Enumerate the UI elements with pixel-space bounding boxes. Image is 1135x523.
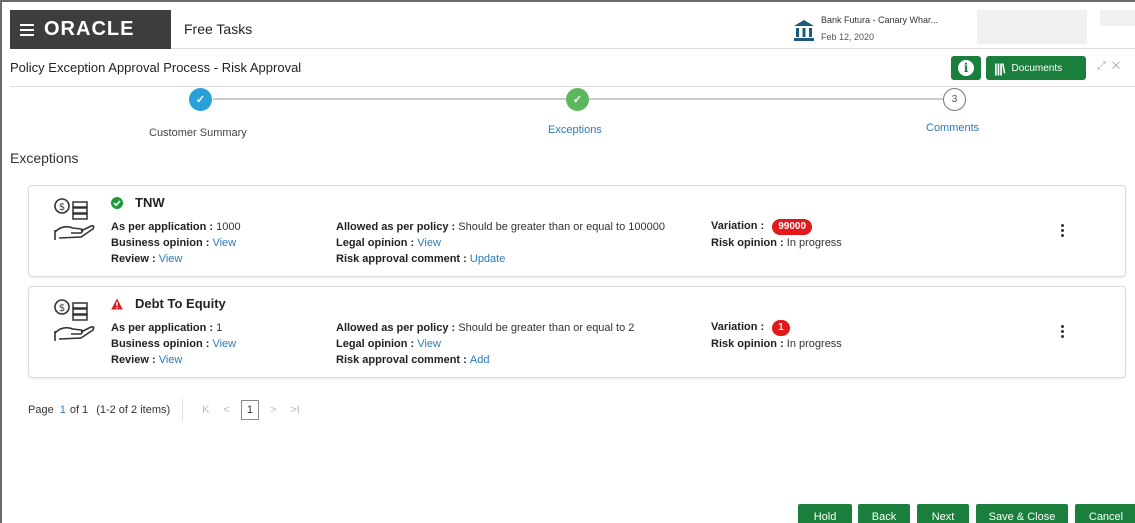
as-per-application: As per application : 1 (111, 322, 223, 334)
allowed-per-policy: Allowed as per policy : Should be greate… (336, 322, 635, 334)
top-bar: ORACLE Free Tasks Bank Futura - Canary W… (10, 10, 1135, 49)
variation-badge: 1 (772, 320, 790, 336)
variation: Variation : 1 (711, 320, 790, 336)
business-opinion: Business opinion : View (111, 237, 237, 249)
bank-icon (794, 20, 814, 41)
exception-title: TNW (135, 195, 165, 210)
step-connector (213, 98, 566, 100)
next-button[interactable]: Next (917, 504, 969, 523)
documents-icon: |||\ (994, 60, 1005, 76)
documents-label: Documents (1011, 62, 1063, 74)
expand-icon[interactable]: ⤢ (1097, 60, 1112, 72)
bank-name: Bank Futura - Canary Whar... (821, 15, 939, 25)
more-options-icon[interactable] (1061, 323, 1065, 340)
pagination: Page 1 of 1 (1-2 of 2 items) K < 1 > >I (28, 399, 307, 421)
step-label-exceptions[interactable]: Exceptions (548, 124, 602, 136)
allowed-per-policy: Allowed as per policy : Should be greate… (336, 221, 665, 233)
pager-divider (182, 399, 184, 421)
documents-button[interactable]: |||\ Documents (986, 56, 1086, 80)
back-button[interactable]: Back (858, 504, 910, 523)
info-button[interactable]: i (951, 56, 981, 80)
review: Review : View (111, 253, 183, 265)
bank-date: Feb 12, 2020 (821, 32, 875, 42)
app-frame: ORACLE Free Tasks Bank Futura - Canary W… (0, 0, 1135, 523)
user-area[interactable] (977, 10, 1087, 44)
risk-comment-add-link[interactable]: Add (470, 354, 490, 366)
items-count: (1-2 of 2 items) (96, 404, 171, 416)
window-controls: ⤢✕ (1097, 60, 1126, 73)
legal-opinion-view-link[interactable]: View (417, 237, 441, 249)
business-opinion-view-link[interactable]: View (212, 338, 236, 350)
risk-approval-comment: Risk approval comment : Update (336, 253, 506, 265)
exception-card: $ TNW As per application : 1000 Business… (28, 185, 1126, 277)
svg-text:$: $ (59, 202, 65, 213)
header-divider (10, 86, 1135, 87)
section-title: Exceptions (10, 150, 79, 166)
step-dot-exceptions[interactable]: ✓ (566, 88, 589, 111)
first-page-icon[interactable]: K (202, 404, 209, 416)
check-circle-icon (111, 197, 123, 209)
step-label-comments[interactable]: Comments (926, 122, 979, 134)
legal-opinion: Legal opinion : View (336, 338, 441, 350)
brand-area: ORACLE (10, 10, 171, 49)
hamburger-menu-icon[interactable] (20, 21, 34, 39)
review-view-link[interactable]: View (159, 253, 183, 265)
business-opinion: Business opinion : View (111, 338, 237, 350)
page-number-button[interactable]: 1 (240, 400, 259, 420)
risk-opinion: Risk opinion : In progress (711, 338, 842, 350)
page-current: 1 (59, 404, 66, 416)
risk-approval-comment: Risk approval comment : Add (336, 354, 490, 366)
oracle-logo: ORACLE (44, 18, 135, 40)
hold-button[interactable]: Hold (798, 504, 852, 523)
as-per-application: As per application : 1000 (111, 221, 241, 233)
risk-opinion: Risk opinion : In progress (711, 237, 842, 249)
svg-text:$: $ (59, 303, 65, 314)
warning-icon (111, 298, 123, 310)
variation: Variation : 99000 (711, 219, 813, 235)
step-label-customer-summary[interactable]: Customer Summary (149, 127, 247, 139)
step-dot-comments[interactable]: 3 (943, 88, 966, 111)
step-dot-customer-summary[interactable]: ✓ (189, 88, 212, 111)
process-title: Policy Exception Approval Process - Risk… (10, 60, 302, 75)
variation-badge: 99000 (772, 219, 813, 235)
page-of: of 1 (69, 404, 89, 416)
legal-opinion: Legal opinion : View (336, 237, 441, 249)
cancel-button[interactable]: Cancel (1075, 504, 1135, 523)
save-close-button[interactable]: Save & Close (976, 504, 1068, 523)
risk-comment-update-link[interactable]: Update (470, 253, 505, 265)
top-right-area (1100, 10, 1135, 26)
more-options-icon[interactable] (1061, 222, 1065, 239)
review-view-link[interactable]: View (159, 354, 183, 366)
review: Review : View (111, 354, 183, 366)
close-icon[interactable]: ✕ (1112, 60, 1126, 72)
next-page-icon[interactable]: > (270, 404, 276, 416)
step-connector (589, 98, 943, 100)
info-icon: i (958, 60, 974, 76)
money-hand-icon: $ (54, 299, 95, 341)
last-page-icon[interactable]: >I (290, 404, 299, 416)
exception-title: Debt To Equity (135, 296, 226, 311)
page-label: Page (28, 404, 54, 416)
prev-page-icon[interactable]: < (224, 404, 230, 416)
app-title: Free Tasks (184, 21, 253, 37)
business-opinion-view-link[interactable]: View (212, 237, 236, 249)
money-hand-icon: $ (54, 198, 95, 240)
legal-opinion-view-link[interactable]: View (417, 338, 441, 350)
bank-selector[interactable]: Bank Futura - Canary Whar... Feb 12, 202… (793, 14, 983, 46)
exception-card: $ Debt To Equity As per application : 1 … (28, 286, 1126, 378)
